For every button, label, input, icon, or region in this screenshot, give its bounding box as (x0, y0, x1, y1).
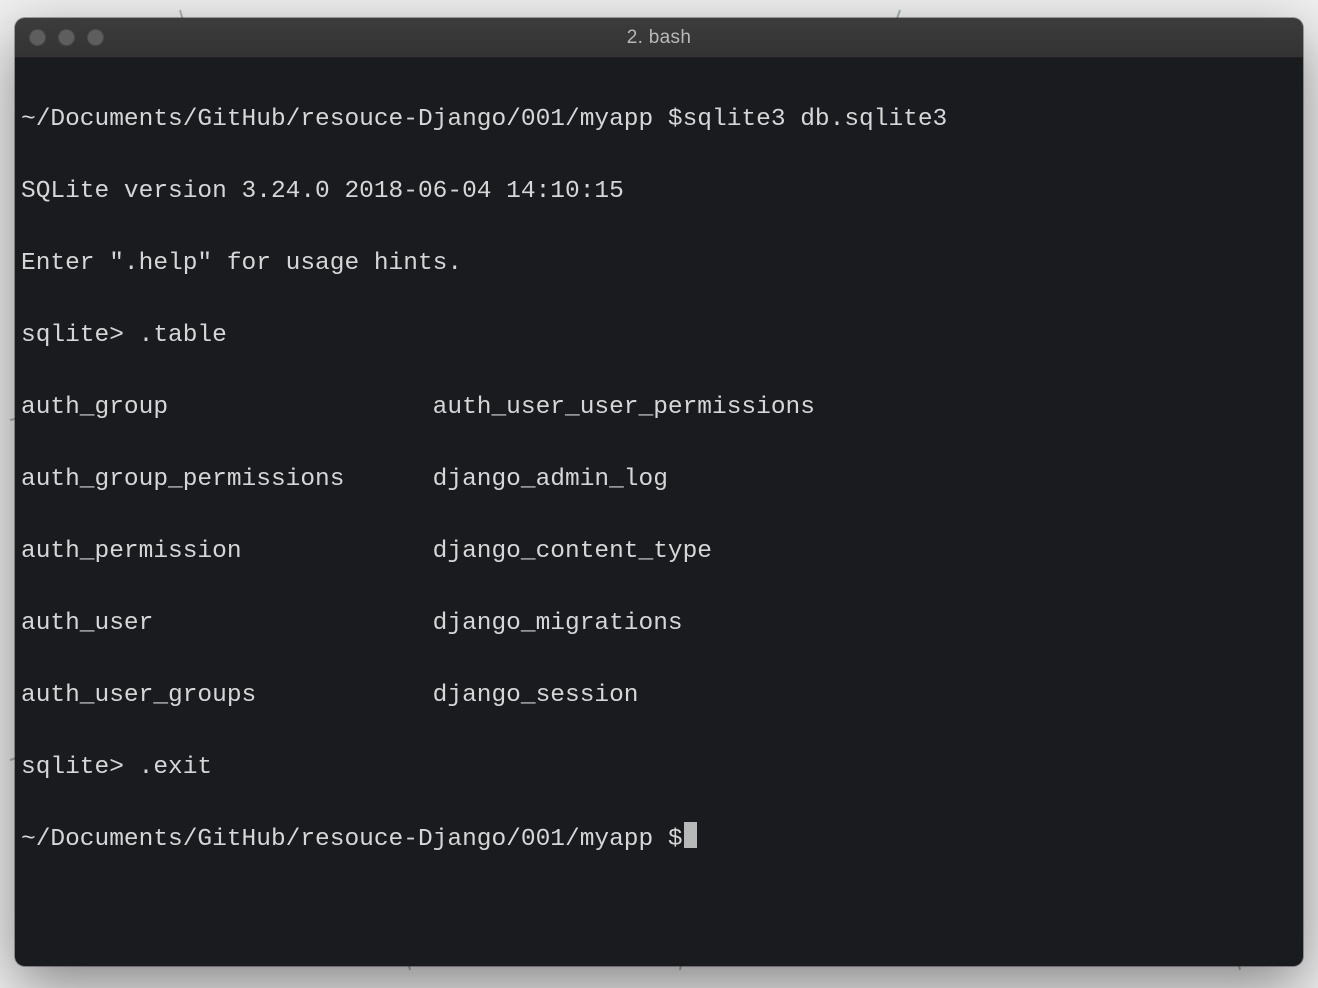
terminal-line: auth_group auth_user_user_permissions (21, 390, 1297, 426)
terminal-prompt: ~/Documents/GitHub/resouce-Django/001/my… (21, 826, 683, 853)
window-title: 2. bash (15, 27, 1303, 49)
titlebar: 2. bash (15, 18, 1303, 58)
terminal-line: Enter ".help" for usage hints. (21, 246, 1297, 282)
minimize-button[interactable] (58, 29, 75, 46)
terminal-body[interactable]: ~/Documents/GitHub/resouce-Django/001/my… (15, 58, 1303, 966)
cursor-icon (684, 822, 697, 848)
terminal-line: ~/Documents/GitHub/resouce-Django/001/my… (21, 102, 1297, 138)
terminal-line: sqlite> .table (21, 318, 1297, 354)
terminal-line: auth_permission django_content_type (21, 534, 1297, 570)
maximize-button[interactable] (87, 29, 104, 46)
terminal-prompt-line: ~/Documents/GitHub/resouce-Django/001/my… (21, 822, 1297, 858)
traffic-lights (29, 29, 104, 46)
terminal-window: 2. bash ~/Documents/GitHub/resouce-Djang… (15, 18, 1303, 966)
terminal-line: auth_user_groups django_session (21, 678, 1297, 714)
terminal-line: sqlite> .exit (21, 750, 1297, 786)
terminal-line: auth_group_permissions django_admin_log (21, 462, 1297, 498)
terminal-line: SQLite version 3.24.0 2018-06-04 14:10:1… (21, 174, 1297, 210)
close-button[interactable] (29, 29, 46, 46)
terminal-line: auth_user django_migrations (21, 606, 1297, 642)
